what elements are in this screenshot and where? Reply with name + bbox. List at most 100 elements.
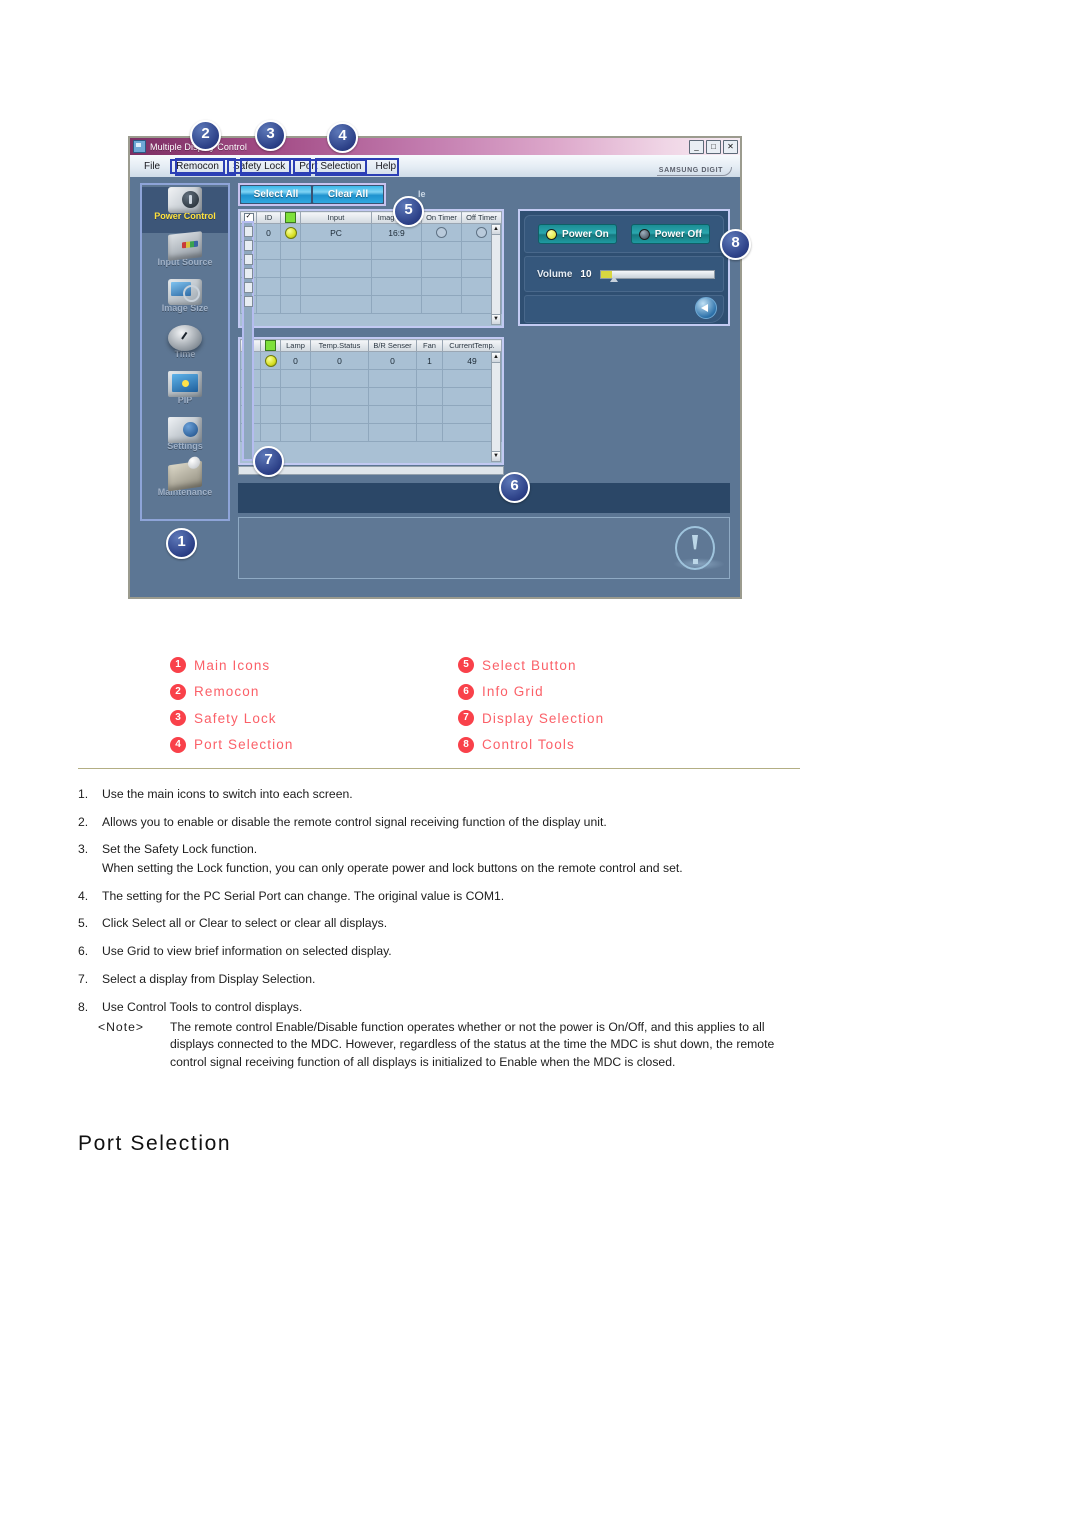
select-all-button[interactable]: Select All xyxy=(241,186,311,203)
table-row[interactable] xyxy=(240,295,502,314)
speaker-icon[interactable] xyxy=(695,297,717,319)
info-row-temp-status xyxy=(310,405,369,424)
main-grid-header-on-timer: On Timer xyxy=(421,211,462,224)
scroll-down-arrow-icon[interactable]: ▼ xyxy=(492,451,500,461)
volume-slider[interactable] xyxy=(599,269,715,282)
legend-item-select-button: 5 Select Button xyxy=(458,652,604,679)
info-row-temp-status xyxy=(310,387,369,406)
legend-item-control-tools: 8 Control Tools xyxy=(458,732,604,759)
legend-badge-6: 6 xyxy=(458,683,474,700)
info-grid-scrollbar[interactable]: ▲ ▼ xyxy=(491,352,501,462)
menu-item-remocon[interactable]: Remocon xyxy=(170,158,225,174)
table-row[interactable] xyxy=(240,369,502,388)
instruction-list: 1. Use the main icons to switch into eac… xyxy=(78,786,808,1026)
clear-all-button[interactable]: Clear All xyxy=(313,186,383,203)
row-power-led xyxy=(280,259,301,278)
table-row[interactable] xyxy=(240,423,502,442)
sidebar-item-image-size[interactable]: Image Size xyxy=(142,279,228,325)
info-row-lamp xyxy=(280,369,311,388)
scroll-up-arrow-icon[interactable]: ▲ xyxy=(492,353,500,363)
sidebar-item-maintenance[interactable]: Maintenance xyxy=(142,460,228,509)
legend-badge-5: 5 xyxy=(458,657,474,674)
step-line: Set the Safety Lock function. xyxy=(102,842,258,857)
legend-badge-1: 1 xyxy=(170,657,186,674)
instruction-step-8: 8. Use Control Tools to control displays… xyxy=(78,999,808,1017)
status-panel xyxy=(238,517,730,579)
table-row[interactable] xyxy=(240,259,502,278)
main-grid-scrollbar[interactable]: ▲ ▼ xyxy=(491,224,501,325)
power-on-label: Power On xyxy=(562,228,609,240)
callout-badge-8: 8 xyxy=(720,229,751,260)
window-controls[interactable]: _ □ ✕ xyxy=(689,140,738,154)
info-grid[interactable]: ID Lamp Temp.Status B/R Senser Fan Curre… xyxy=(238,337,504,465)
menu-item-help[interactable]: Help xyxy=(369,160,402,173)
table-row[interactable] xyxy=(240,241,502,260)
legend-item-display-selection: 7 Display Selection xyxy=(458,705,604,732)
maximize-button[interactable]: □ xyxy=(706,140,721,154)
row-power-led xyxy=(280,241,301,260)
info-row-power-led xyxy=(260,423,281,442)
info-grid-header-br-senser: B/R Senser xyxy=(368,339,417,352)
legend-label-select-button: Select Button xyxy=(482,657,577,673)
row-id xyxy=(256,295,281,314)
info-grid-table: ID Lamp Temp.Status B/R Senser Fan Curre… xyxy=(240,339,502,442)
legend-item-info-grid: 6 Info Grid xyxy=(458,679,604,706)
step-text: Use the main icons to switch into each s… xyxy=(102,786,808,804)
sidebar-item-input-source[interactable]: Input Source xyxy=(142,231,228,279)
row-input xyxy=(300,277,372,296)
display-select-checkbox[interactable] xyxy=(244,296,253,307)
legend-badge-4: 4 xyxy=(170,736,186,753)
display-select-checkbox[interactable] xyxy=(244,268,253,279)
row-on-timer xyxy=(421,259,462,278)
volume-slider-handle[interactable] xyxy=(609,275,618,282)
minimize-button[interactable]: _ xyxy=(689,140,704,154)
legend-column-right: 5 Select Button 6 Info Grid 7 Display Se… xyxy=(458,652,604,758)
step-line: Allows you to enable or disable the remo… xyxy=(102,814,607,829)
scroll-up-arrow-icon[interactable]: ▲ xyxy=(492,225,500,235)
step-line: Select a display from Display Selection. xyxy=(102,971,316,986)
power-off-button[interactable]: Power Off xyxy=(630,224,710,244)
power-control-icon xyxy=(168,187,202,213)
legend-item-port-selection: 4 Port Selection xyxy=(170,732,293,759)
mdc-application-window: Multiple Display Control _ □ ✕ File Remo… xyxy=(128,136,742,599)
bottom-strip xyxy=(238,483,730,513)
step-text: Select a display from Display Selection. xyxy=(102,971,808,989)
off-timer-radio-icon xyxy=(476,227,487,239)
row-on-timer xyxy=(421,223,462,242)
table-row[interactable] xyxy=(240,277,502,296)
menu-item-file[interactable]: File xyxy=(138,160,166,173)
step-text: Use Control Tools to control displays. xyxy=(102,999,808,1017)
warning-exclamation-icon xyxy=(675,526,715,570)
scroll-down-arrow-icon[interactable]: ▼ xyxy=(492,314,500,324)
display-select-checkbox[interactable] xyxy=(244,240,253,251)
table-row[interactable] xyxy=(240,405,502,424)
step-line: When setting the Lock function, you can … xyxy=(102,861,683,876)
step-number: 2. xyxy=(78,814,89,829)
sidebar-item-time[interactable]: Time xyxy=(142,325,228,371)
instruction-step-5: 5. Click Select all or Clear to select o… xyxy=(78,915,808,933)
info-row-br-senser: 0 xyxy=(368,351,417,370)
step-text: Allows you to enable or disable the remo… xyxy=(102,814,808,832)
sidebar-item-pip[interactable]: PIP xyxy=(142,371,228,417)
display-select-checkbox[interactable] xyxy=(244,226,253,237)
menu-item-port-selection[interactable]: Port Selection xyxy=(293,158,368,174)
info-row-fan xyxy=(416,423,443,442)
info-row-temp-status xyxy=(310,423,369,442)
display-selection-strip[interactable] xyxy=(242,221,254,461)
table-row[interactable]: 0 PC 16:9 xyxy=(240,223,502,242)
display-select-checkbox[interactable] xyxy=(244,282,253,293)
sidebar-item-power-control[interactable]: Power Control xyxy=(142,187,228,233)
step-line: Use Grid to view brief information on se… xyxy=(102,944,392,959)
main-display-grid[interactable]: ID Input Image Size On Timer Off Timer 0… xyxy=(238,209,504,328)
menu-item-safety-lock[interactable]: Safety Lock xyxy=(226,158,292,174)
power-on-button[interactable]: Power On xyxy=(538,224,617,244)
main-grid-table: ID Input Image Size On Timer Off Timer 0… xyxy=(240,211,502,314)
row-power-led xyxy=(280,223,301,242)
info-row-lamp xyxy=(280,387,311,406)
step-number: 3. xyxy=(78,842,89,857)
close-button[interactable]: ✕ xyxy=(723,140,738,154)
table-row[interactable] xyxy=(240,387,502,406)
sidebar-item-settings[interactable]: Settings xyxy=(142,417,228,463)
display-select-checkbox[interactable] xyxy=(244,254,253,265)
table-row[interactable]: 0 0 0 0 1 49 xyxy=(240,351,502,370)
